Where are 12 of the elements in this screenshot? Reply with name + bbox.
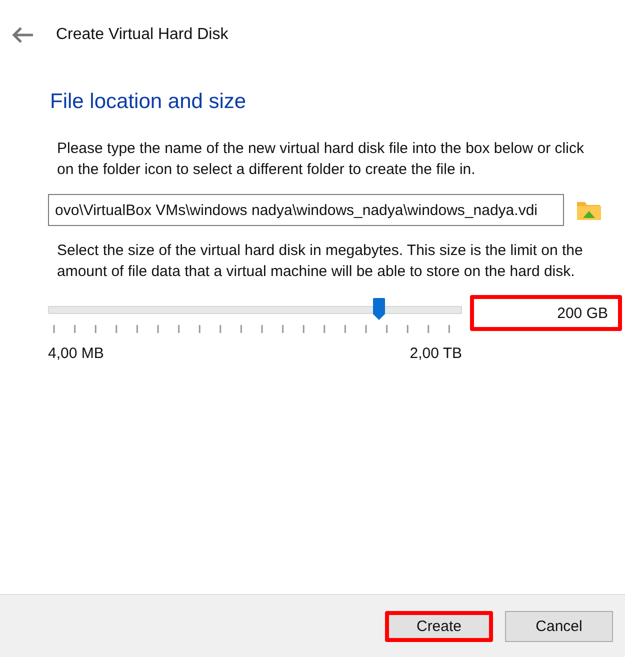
- back-arrow-icon[interactable]: [12, 27, 34, 43]
- create-button[interactable]: Create: [385, 610, 493, 642]
- page-heading: File location and size: [50, 90, 248, 114]
- cancel-button[interactable]: Cancel: [505, 610, 613, 642]
- min-size-label: 4,00 MB: [48, 345, 104, 362]
- location-description: Please type the name of the new virtual hard disk file into the box below or click on the folder icon to select a different folder to create the file in.: [57, 139, 585, 180]
- size-field[interactable]: 200 GB: [470, 295, 622, 331]
- file-location-field[interactable]: ovo\VirtualBox VMs\windows nadya\windows_nadya\windows_nadya.vdi: [48, 194, 564, 226]
- slider-thumb[interactable]: [373, 298, 386, 320]
- window-title: Create Virtual Hard Disk: [56, 26, 228, 44]
- max-size-label: 2,00 TB: [410, 345, 462, 362]
- size-description: Select the size of the virtual hard disk in megabytes. This size is the limit on the amount of file data that a virtual machine will be able to store on the hard disk.: [57, 241, 584, 282]
